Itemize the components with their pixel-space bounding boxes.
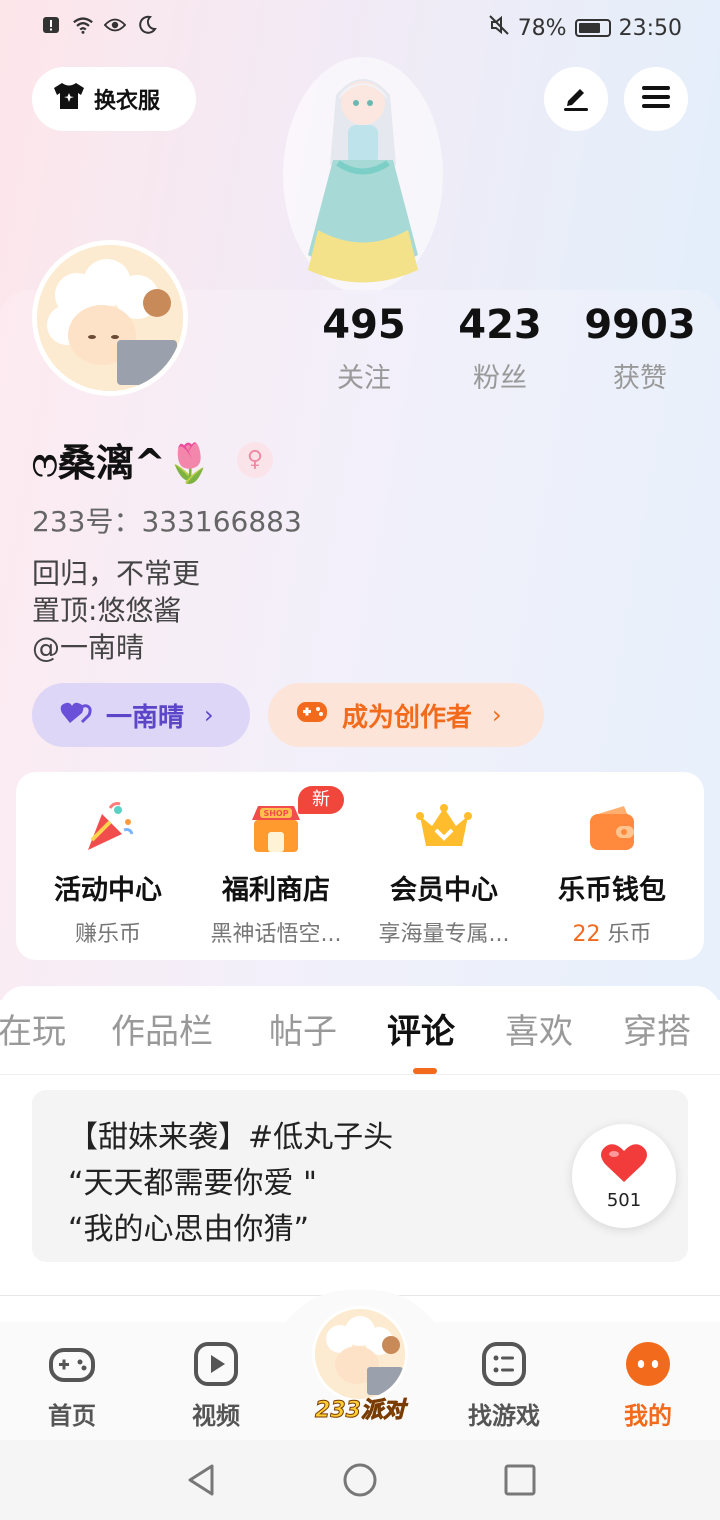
heart-icon [600,1142,648,1188]
alert-icon [40,14,62,36]
followers-count: 423 [458,302,542,348]
welfare-shop-title: 福利商店 [222,875,330,906]
become-creator-button[interactable]: 成为创作者 › [268,683,544,747]
tab-comments[interactable]: 评论 [387,1004,455,1053]
gamepad-icon [48,1340,96,1388]
following-stat[interactable]: 495 关注 [294,300,434,395]
gamepad-icon [296,699,328,732]
eye-icon [104,14,126,36]
nav-find-games-label: 找游戏 [468,1402,540,1430]
status-bar: 78% 23:50 [0,0,720,56]
coin-wallet-title: 乐币钱包 [558,875,666,906]
new-badge: 新 [298,786,344,814]
party-avatar-icon[interactable] [312,1306,408,1402]
edit-profile-button[interactable] [544,67,608,131]
shop-icon: SHOP [248,800,304,856]
play-icon [192,1340,240,1388]
bio-line: @一南晴 [32,631,145,664]
coin-wallet-subtitle: 22 乐币 [538,916,686,948]
like-count: 501 [606,1190,642,1211]
comment-line: “天天都需要你爱 " [68,1166,317,1201]
profile-tabs: 在玩 作品栏 帖子 评论 喜欢 穿搭 [0,1004,720,1064]
activity-center-title: 活动中心 [54,875,162,906]
bio: 回归，不常更 置顶:悠悠酱 @一南晴 [32,555,200,666]
user-avatar[interactable] [32,240,188,396]
change-outfit-button[interactable]: 换衣服 [32,67,196,131]
likes-label: 获赞 [613,363,667,394]
character-avatar[interactable] [278,55,448,295]
moon-icon [136,14,158,36]
activity-center-entry[interactable]: 活动中心 赚乐币 [22,772,194,960]
chevron-right-icon: › [204,701,214,729]
member-center-entry[interactable]: 会员中心 享海量专属... [358,772,530,960]
member-center-title: 会员中心 [390,875,498,906]
shop-sign-text: SHOP [263,809,288,818]
nav-video[interactable]: 视频 [166,1340,266,1431]
likes-count: 9903 [584,302,696,348]
chevron-right-icon: › [492,701,502,729]
mute-icon [488,14,510,42]
change-outfit-label: 换衣服 [94,89,161,114]
crown-icon [416,800,472,856]
nav-mine[interactable]: 我的 [598,1340,698,1431]
coin-balance: 22 [572,922,601,947]
quick-entries-card: 活动中心 赚乐币 SHOP 福利商店 黑神话悟空... 会员中心 享海量专属..… [16,772,704,960]
home-circle-icon[interactable] [338,1458,382,1502]
close-friend-button[interactable]: 一南晴 › [32,683,250,747]
nav-video-label: 视频 [192,1402,240,1430]
menu-button[interactable] [624,67,688,131]
following-count: 495 [322,302,406,348]
following-label: 关注 [337,363,391,394]
battery-icon [574,19,611,37]
tab-outfits[interactable]: 穿搭 [623,1004,691,1053]
list-icon [480,1340,528,1388]
like-button[interactable]: 501 [572,1124,676,1228]
shirt-icon [52,81,86,117]
stats-row: 495 关注 423 粉丝 9903 获赞 [300,300,720,400]
followers-label: 粉丝 [473,363,527,394]
close-friend-label: 一南晴 [106,702,185,733]
nav-home-label: 首页 [48,1402,96,1430]
tab-likes[interactable]: 喜欢 [505,1004,573,1053]
comment-line: “我的心思由你猜” [68,1212,310,1247]
menu-icon [640,83,672,115]
comment-line: 【甜妹来袭】#低丸子头 [68,1120,394,1155]
back-icon[interactable] [180,1458,224,1502]
followers-stat[interactable]: 423 粉丝 [430,300,570,395]
system-navigation-bar [0,1440,720,1520]
tab-posts[interactable]: 帖子 [269,1004,337,1053]
heart-pair-icon [60,699,92,732]
tab-works[interactable]: 作品栏 [111,1004,213,1053]
activity-center-subtitle: 赚乐币 [74,922,141,947]
nav-find-games[interactable]: 找游戏 [454,1340,554,1431]
welfare-shop-subtitle: 黑神话悟空... [210,922,342,947]
wallet-icon [584,800,640,856]
female-gender-icon: ♀ [236,441,273,478]
nickname: ෆ桑漓^🌷 [32,441,213,485]
coin-wallet-entry[interactable]: 乐币钱包 22 乐币 [526,772,698,960]
nav-home[interactable]: 首页 [22,1340,122,1431]
nav-mine-label: 我的 [624,1402,672,1430]
likes-stat[interactable]: 9903 获赞 [570,300,710,395]
tab-divider [0,1074,720,1075]
nav-party-label[interactable]: 233派对 [300,1392,420,1424]
pen-icon [560,81,592,117]
bio-line: 置顶:悠悠酱 [32,594,182,627]
recents-square-icon[interactable] [498,1458,542,1502]
user-id[interactable]: 233号：333166883 [32,500,302,540]
profile-icon [624,1340,672,1388]
member-center-subtitle: 享海量专属... [378,922,510,947]
clock: 23:50 [618,15,682,41]
become-creator-label: 成为创作者 [342,702,473,733]
tab-playing[interactable]: 在玩 [0,1004,66,1053]
battery-text: 78% [517,15,567,41]
nickname-row: ෆ桑漓^🌷 ♀ [32,432,273,487]
bio-line: 回归，不常更 [32,557,201,590]
party-popper-icon [80,800,136,856]
wifi-icon [72,14,94,36]
coin-unit: 乐币 [607,922,652,947]
